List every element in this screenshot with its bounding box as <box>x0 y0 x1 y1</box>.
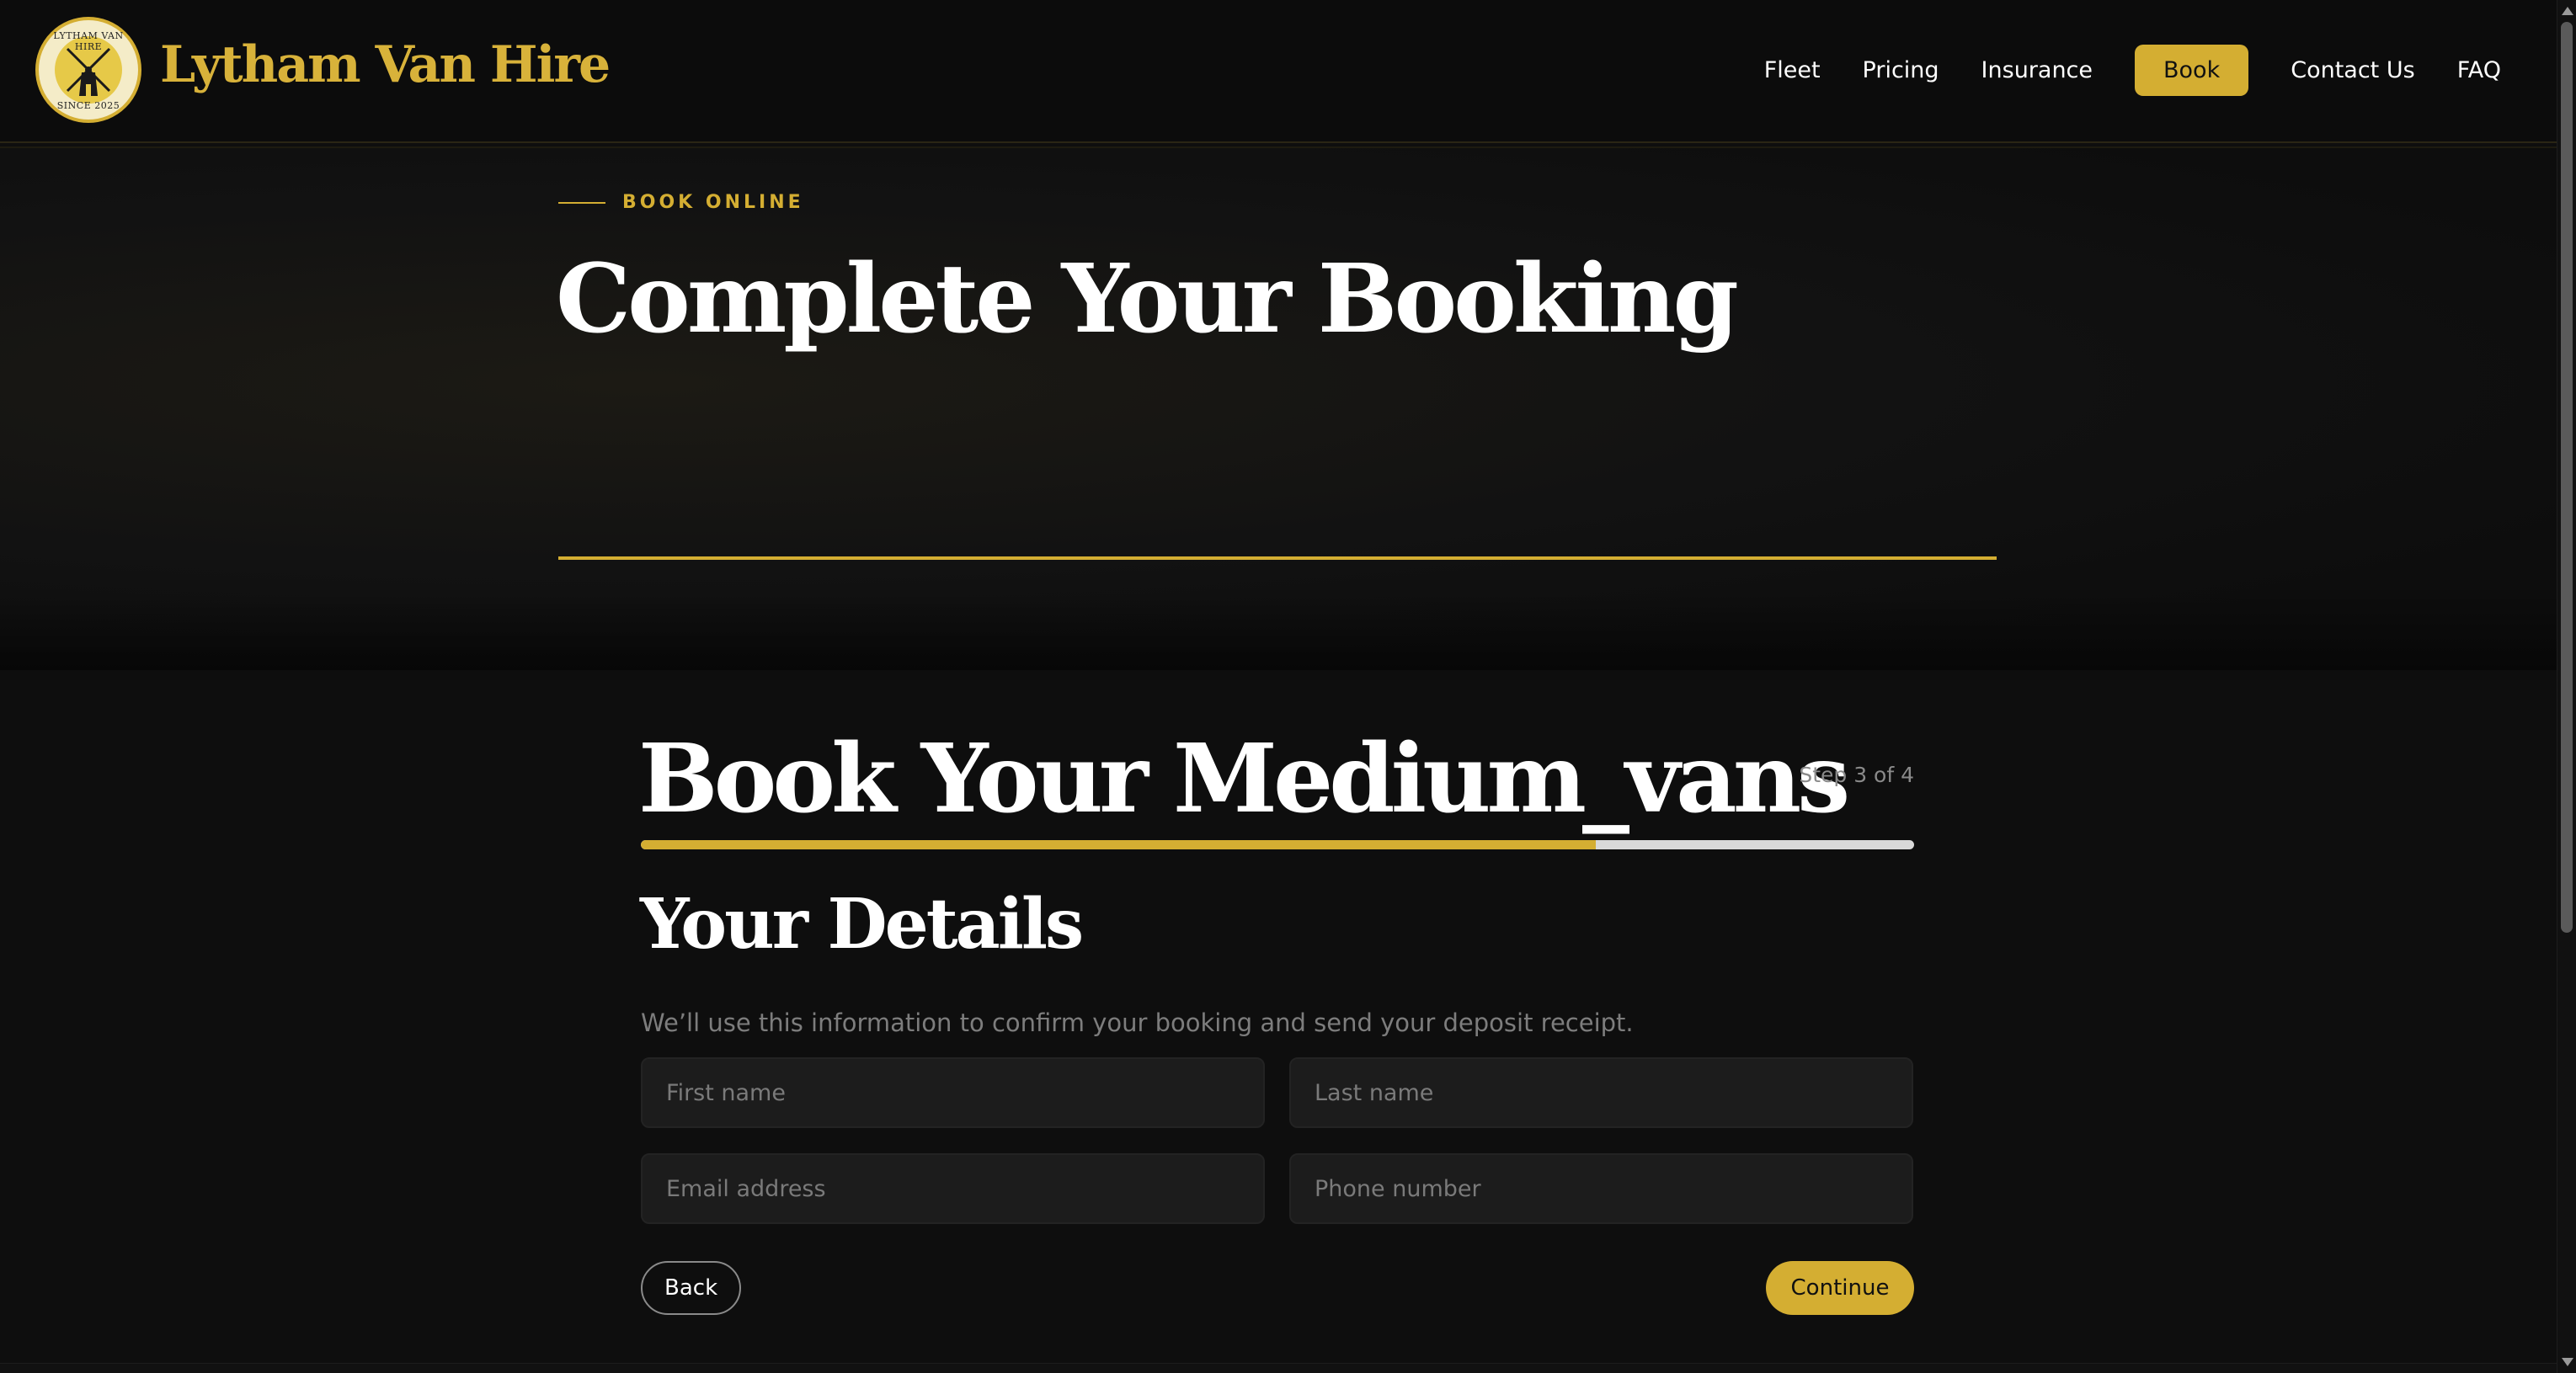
nav-link-fleet[interactable]: Fleet <box>1764 57 1821 83</box>
vertical-scrollbar[interactable] <box>2557 0 2576 1373</box>
scroll-down-arrow-icon[interactable] <box>2562 1358 2573 1366</box>
site-header: LYTHAM VAN HIRE SINCE 2025 Lytham Van Hi… <box>0 0 2557 148</box>
nav-link-contact-us[interactable]: Contact Us <box>2291 57 2414 83</box>
page-title: Complete Your Booking <box>556 244 1739 354</box>
nav-link-faq[interactable]: FAQ <box>2457 57 2501 83</box>
main-nav: Fleet Pricing Insurance Book Contact Us … <box>1722 45 2501 96</box>
first-name-input[interactable] <box>641 1057 1265 1128</box>
page: LYTHAM VAN HIRE SINCE 2025 Lytham Van Hi… <box>0 0 2576 1373</box>
page-bottom-edge <box>0 1363 2557 1373</box>
continue-button[interactable]: Continue <box>1766 1261 1914 1315</box>
last-name-input[interactable] <box>1289 1057 1913 1128</box>
logo-seal-bottom-text: SINCE 2025 <box>56 100 120 111</box>
logo[interactable]: LYTHAM VAN HIRE SINCE 2025 <box>35 17 141 123</box>
hero-divider <box>558 556 1997 560</box>
section-description: We’ll use this information to confirm yo… <box>641 1008 1634 1037</box>
nav-book-button[interactable]: Book <box>2135 45 2249 96</box>
eyebrow: BOOK ONLINE <box>558 192 804 213</box>
scroll-up-arrow-icon[interactable] <box>2562 7 2573 15</box>
hero-section <box>0 148 2557 670</box>
booking-title: Book Your Medium_vans <box>638 724 1850 834</box>
phone-input[interactable] <box>1289 1153 1913 1224</box>
eyebrow-line <box>558 201 605 204</box>
scrollbar-thumb[interactable] <box>2561 22 2573 933</box>
brand-name[interactable]: Lytham Van Hire <box>160 35 611 94</box>
step-indicator: Step 3 of 4 <box>1799 763 1914 787</box>
nav-link-pricing[interactable]: Pricing <box>1863 57 1939 83</box>
email-input[interactable] <box>641 1153 1265 1224</box>
progress-bar-fill <box>641 840 1596 849</box>
eyebrow-text: BOOK ONLINE <box>622 192 804 213</box>
section-title: Your Details <box>640 884 1084 965</box>
back-button[interactable]: Back <box>641 1261 742 1315</box>
nav-link-insurance[interactable]: Insurance <box>1981 57 2093 83</box>
logo-seal-top-text: LYTHAM VAN HIRE <box>53 30 124 52</box>
progress-bar <box>641 840 1914 849</box>
